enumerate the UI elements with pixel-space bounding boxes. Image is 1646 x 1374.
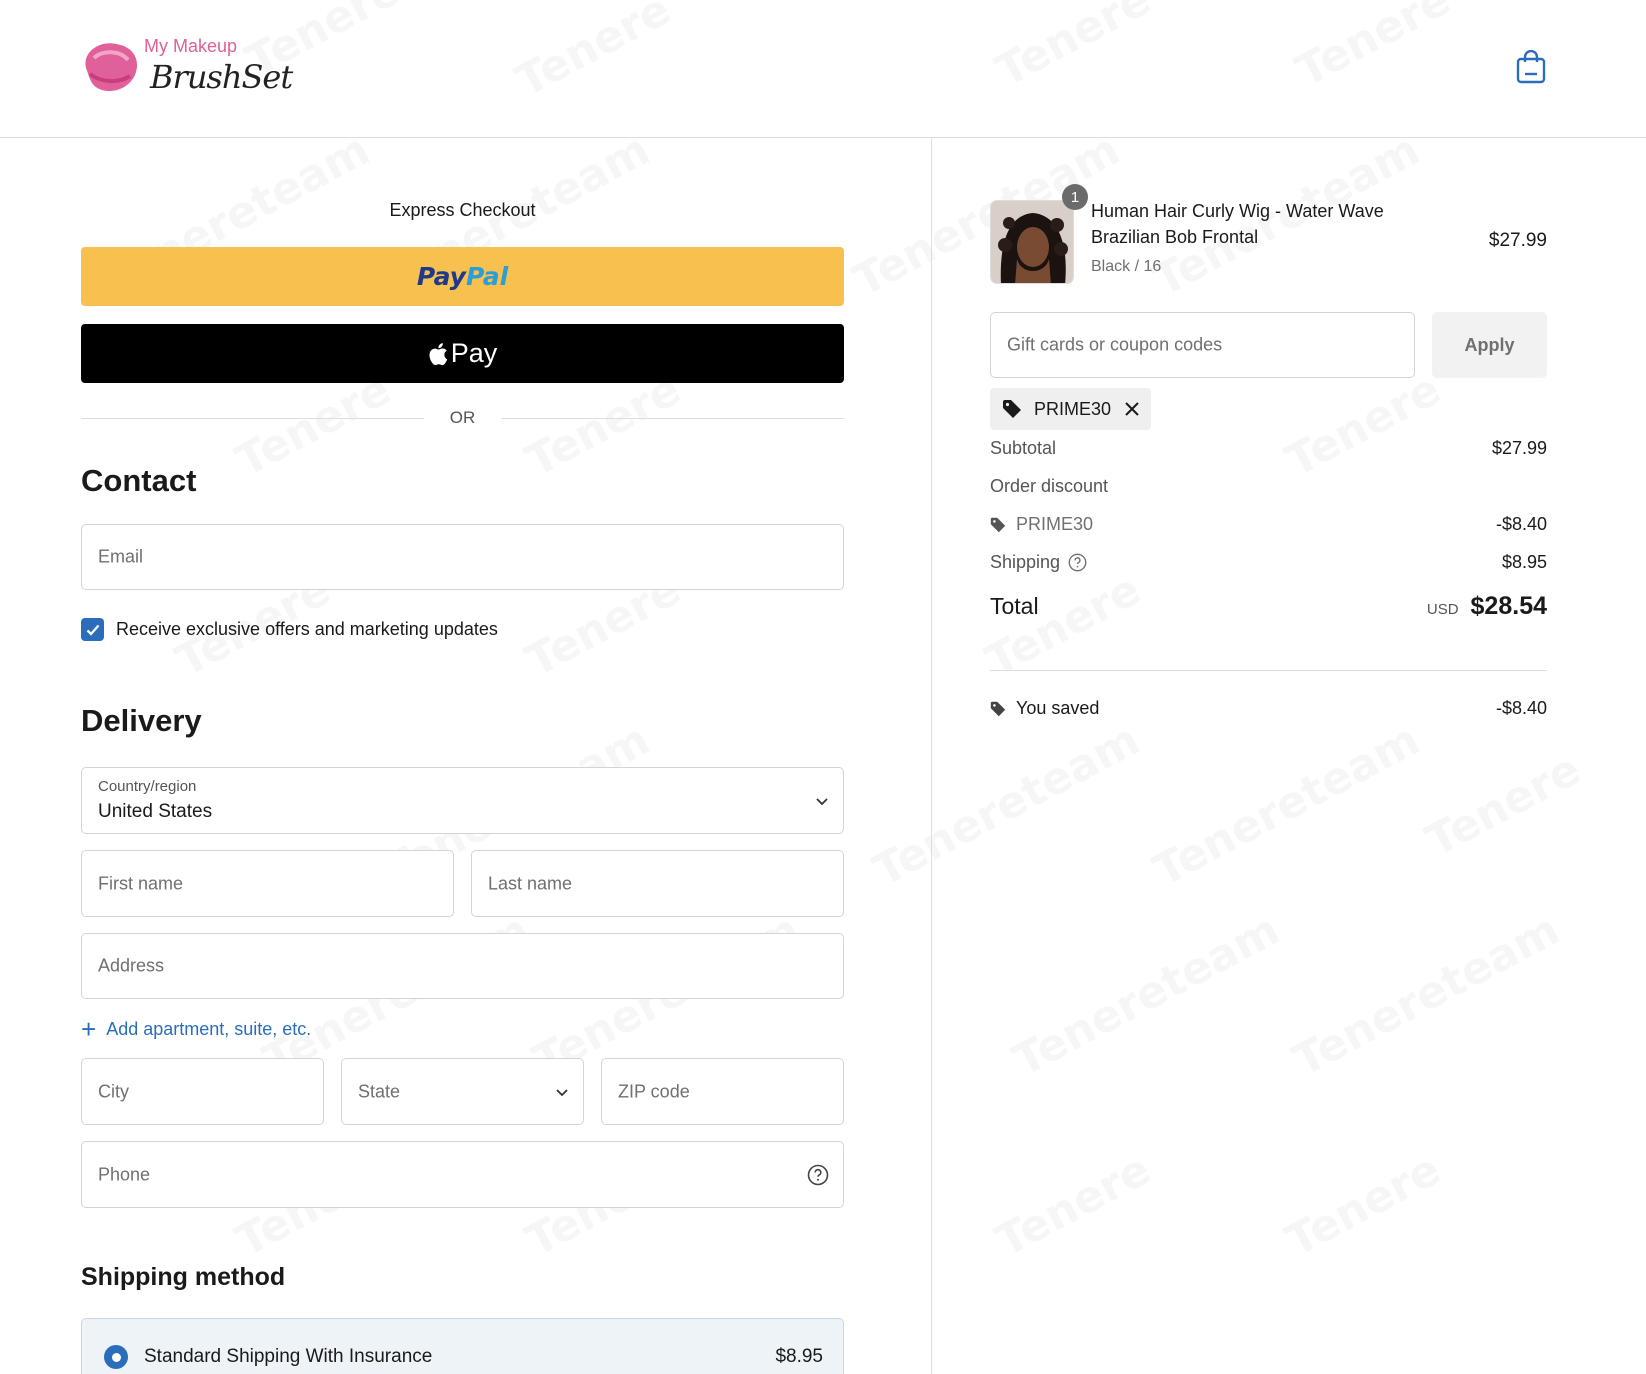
- shipping-row: Shipping $8.95: [990, 552, 1547, 573]
- shipping-option-name: Standard Shipping With Insurance: [144, 1346, 433, 1367]
- apple-pay-button[interactable]: Pay: [81, 324, 844, 383]
- help-circle-icon[interactable]: [1068, 553, 1087, 572]
- first-name-field[interactable]: First name: [81, 850, 454, 917]
- apply-coupon-button[interactable]: Apply: [1432, 312, 1547, 378]
- tag-icon: [990, 701, 1006, 716]
- shipping-label: Shipping: [990, 552, 1061, 572]
- coupon-placeholder: Gift cards or coupon codes: [1007, 334, 1223, 355]
- country-value: United States: [98, 801, 213, 822]
- close-icon[interactable]: [1125, 402, 1139, 416]
- phone-field[interactable]: Phone: [81, 1141, 844, 1208]
- city-placeholder: City: [98, 1081, 129, 1101]
- shipping-option-price: $8.95: [775, 1346, 823, 1367]
- marketing-checkbox[interactable]: [81, 618, 104, 641]
- email-field[interactable]: Email: [81, 524, 844, 590]
- store-logo[interactable]: My Makeup BrushSet: [80, 32, 293, 102]
- tag-icon: [1003, 400, 1021, 418]
- coupon-input[interactable]: Gift cards or coupon codes: [990, 312, 1415, 378]
- add-apartment-label: Add apartment, suite, etc.: [106, 1018, 312, 1039]
- column-divider: [931, 138, 932, 1374]
- applied-code-chip: PRIME30: [990, 388, 1152, 430]
- address-placeholder: Address: [98, 955, 165, 976]
- subtotal-value: $27.99: [1491, 438, 1547, 458]
- shipping-radio-selected[interactable]: [104, 1345, 128, 1369]
- delivery-heading: Delivery: [81, 703, 202, 738]
- zip-field[interactable]: ZIP code: [601, 1058, 844, 1125]
- marketing-optin[interactable]: Receive exclusive offers and marketing u…: [81, 618, 498, 641]
- or-text: OR: [449, 408, 476, 427]
- first-name-placeholder: First name: [98, 873, 184, 893]
- apple-pay-label: Pay: [450, 338, 498, 368]
- subtotal-row: Subtotal $27.99: [990, 438, 1547, 459]
- order-discount-row: Order discount: [990, 476, 1547, 497]
- address-field[interactable]: Address: [81, 933, 844, 999]
- paypal-logo-pal: Pal: [465, 262, 509, 291]
- city-field[interactable]: City: [81, 1058, 324, 1125]
- contact-heading: Contact: [81, 463, 197, 498]
- tag-icon: [990, 517, 1006, 532]
- product-variant: Black / 16: [1091, 258, 1162, 275]
- shopping-bag-icon[interactable]: [1516, 50, 1546, 84]
- paypal-logo-pay: Pay: [416, 262, 466, 291]
- total-value: $28.54: [1470, 592, 1547, 620]
- brand-name-script: BrushSet: [150, 58, 293, 96]
- marketing-label: Receive exclusive offers and marketing u…: [116, 619, 498, 639]
- checkmark-icon: [86, 624, 99, 636]
- separator-line-right: [501, 417, 844, 419]
- shipping-method-heading: Shipping method: [81, 1263, 286, 1291]
- total-label: Total: [990, 593, 1039, 619]
- quantity-badge: 1: [1062, 184, 1088, 210]
- last-name-field[interactable]: Last name: [471, 850, 844, 917]
- shipping-option-standard[interactable]: Standard Shipping With Insurance $8.95: [81, 1318, 844, 1374]
- subtotal-label: Subtotal: [990, 438, 1057, 458]
- country-label: Country/region: [98, 778, 197, 795]
- discount-value: -$8.40: [1495, 514, 1547, 534]
- state-placeholder: State: [358, 1081, 401, 1101]
- brush-stroke-logo-icon: [85, 43, 138, 92]
- product-photo-icon: [991, 201, 1073, 283]
- brand-name-top: My Makeup: [144, 36, 238, 56]
- applied-code-label: PRIME30: [1034, 398, 1112, 419]
- summary-divider: [990, 670, 1547, 671]
- separator-line-left: [81, 417, 424, 419]
- discount-code-label: PRIME30: [1016, 514, 1094, 534]
- total-currency: USD: [1426, 601, 1459, 618]
- shipping-value: $8.95: [1501, 552, 1547, 572]
- express-checkout-title: Express Checkout: [389, 200, 536, 220]
- zip-placeholder: ZIP code: [618, 1081, 690, 1101]
- country-select[interactable]: Country/region United States: [81, 767, 844, 834]
- header: My Makeup BrushSet: [0, 0, 1646, 138]
- phone-placeholder: Phone: [98, 1164, 151, 1184]
- chevron-down-icon: [816, 797, 828, 805]
- product-title: Human Hair Curly Wig - Water Wave Brazil…: [1091, 201, 1384, 247]
- email-placeholder: Email: [98, 546, 144, 567]
- you-saved-label: You saved: [1016, 698, 1100, 718]
- total-row: Total USD $28.54: [990, 592, 1547, 621]
- add-apartment-link[interactable]: + Add apartment, suite, etc.: [81, 1016, 311, 1042]
- order-discount-label: Order discount: [990, 476, 1109, 496]
- chevron-down-icon: [556, 1088, 568, 1096]
- or-separator: OR: [81, 406, 844, 430]
- product-price: $27.99: [1488, 230, 1547, 251]
- paypal-button[interactable]: Pay Pal: [81, 247, 844, 306]
- state-select[interactable]: State: [341, 1058, 584, 1125]
- plus-icon: +: [81, 1014, 97, 1044]
- you-saved-value: -$8.40: [1495, 698, 1547, 718]
- you-saved-row: You saved -$8.40: [990, 698, 1547, 719]
- last-name-placeholder: Last name: [488, 873, 573, 893]
- discount-code-row: PRIME30 -$8.40: [990, 514, 1547, 535]
- help-circle-icon[interactable]: [807, 1164, 829, 1186]
- apple-icon: [429, 342, 447, 365]
- product-image: [990, 200, 1074, 284]
